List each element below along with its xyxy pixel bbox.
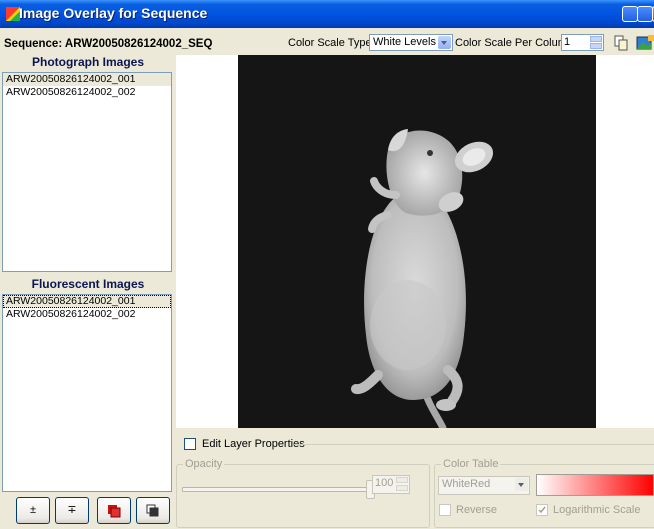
chevron-down-icon[interactable] — [515, 478, 528, 491]
color-scale-type-select[interactable]: White Levels — [369, 34, 453, 51]
image-viewer[interactable] — [176, 55, 654, 432]
check-icon — [538, 506, 546, 514]
opacity-group: Opacity 100 — [176, 458, 430, 528]
photograph-images-title: Photograph Images — [31, 55, 144, 69]
reverse-label: Reverse — [456, 504, 497, 516]
move-up-button[interactable]: ± — [16, 497, 50, 524]
color-table-label: Color Table — [441, 458, 501, 470]
edit-layer-properties-checkbox[interactable] — [184, 438, 196, 450]
opacity-label: Opacity — [183, 458, 225, 470]
mouse-image — [238, 55, 596, 432]
spin-up-icon[interactable] — [590, 36, 602, 42]
overlay-button[interactable] — [97, 497, 131, 524]
logarithmic-scale-checkbox[interactable] — [536, 504, 548, 516]
color-scale-type-value: White Levels — [373, 36, 436, 48]
layers-button[interactable] — [136, 497, 170, 524]
copy-icon[interactable] — [612, 34, 630, 52]
spin-down-icon[interactable] — [590, 43, 602, 49]
layer-properties-panel: Edit Layer Properties Opacity 100 Color … — [176, 430, 654, 529]
list-item[interactable]: ARW20050826124002_001 — [3, 73, 171, 86]
fluorescent-images-title: Fluorescent Images — [31, 277, 145, 291]
logarithmic-scale-label: Logarithmic Scale — [553, 504, 641, 516]
color-scale-per-column-label: Color Scale Per Column — [455, 37, 573, 49]
color-scale-per-column-stepper[interactable]: 1 — [561, 34, 604, 51]
spin-down-icon[interactable] — [396, 485, 408, 491]
toolbar: Sequence: ARW20050826124002_SEQ Color Sc… — [0, 28, 654, 55]
mouse-photo — [238, 55, 596, 432]
window-title: Image Overlay for Sequence — [19, 5, 208, 21]
reverse-checkbox[interactable] — [439, 504, 451, 516]
opacity-value: 100 — [375, 477, 394, 489]
list-item[interactable]: ARW20050826124002_002 — [3, 308, 171, 321]
list-item[interactable]: ARW20050826124002_001 — [3, 295, 171, 308]
export-image-icon[interactable] — [636, 34, 654, 52]
fluorescent-images-list[interactable]: ARW20050826124002_001 ARW20050826124002_… — [2, 294, 172, 492]
minus-plus-icon: ∓ — [67, 504, 77, 516]
overlay-red-icon — [108, 505, 121, 518]
app-icon — [6, 7, 20, 21]
list-item[interactable]: ARW20050826124002_002 — [3, 86, 171, 99]
layers-icon — [146, 504, 159, 517]
color-scale-type-label: Color Scale Type: — [288, 37, 375, 49]
opacity-stepper[interactable]: 100 — [372, 475, 410, 494]
divider — [294, 444, 654, 445]
color-table-value: WhiteRed — [442, 478, 491, 490]
color-scale-per-column-value: 1 — [564, 36, 571, 48]
sequence-label: Sequence: ARW20050826124002_SEQ — [4, 38, 213, 50]
spin-up-icon[interactable] — [396, 477, 408, 483]
title-bar: Image Overlay for Sequence — [0, 0, 654, 28]
chevron-down-icon[interactable] — [438, 36, 451, 49]
plus-minus-icon: ± — [29, 504, 37, 516]
move-down-button[interactable]: ∓ — [55, 497, 89, 524]
edit-layer-properties-label: Edit Layer Properties — [202, 438, 305, 450]
color-table-select[interactable]: WhiteRed — [438, 476, 530, 495]
minimize-icon[interactable] — [622, 6, 638, 22]
color-table-gradient — [536, 474, 654, 496]
opacity-slider-track[interactable] — [182, 487, 369, 492]
photograph-images-list[interactable]: ARW20050826124002_001 ARW20050826124002_… — [2, 72, 172, 272]
maximize-icon[interactable] — [637, 6, 653, 22]
